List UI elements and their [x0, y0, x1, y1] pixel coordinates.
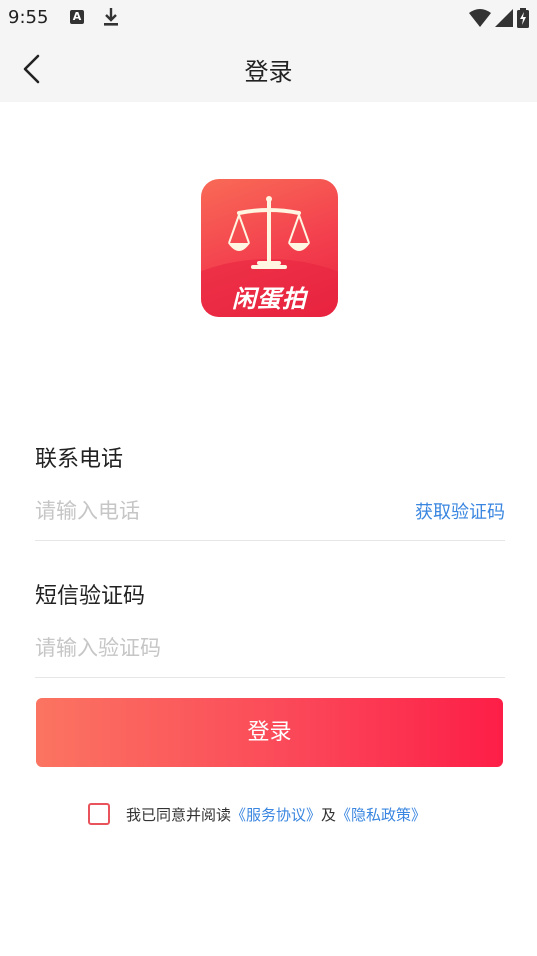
- code-label: 短信验证码: [35, 584, 146, 609]
- code-input[interactable]: [35, 621, 385, 675]
- status-icons: [469, 8, 529, 28]
- agreement-row: 我已同意并阅读 《服务协议》 及 《隐私政策》: [88, 803, 426, 825]
- phone-field: 获取验证码: [35, 484, 505, 541]
- phone-input[interactable]: [35, 484, 385, 538]
- agreement-checkbox[interactable]: [88, 803, 110, 825]
- logo-text: 闲蛋拍: [232, 285, 307, 313]
- service-agreement-link[interactable]: 《服务协议》: [231, 804, 321, 825]
- phone-label: 联系电话: [35, 447, 124, 472]
- login-button[interactable]: 登录: [36, 698, 503, 767]
- a-notification-icon: A: [70, 10, 84, 24]
- status-bar: 9:55 A: [0, 0, 537, 36]
- download-icon: [104, 8, 118, 26]
- wifi-icon: [469, 9, 491, 27]
- privacy-policy-link[interactable]: 《隐私政策》: [336, 804, 426, 825]
- agreement-connector: 及: [321, 805, 337, 824]
- app-logo: 闲蛋拍: [201, 179, 338, 317]
- nav-bar: 登录: [0, 36, 537, 102]
- agreement-prefix: 我已同意并阅读: [126, 805, 232, 824]
- page-title: 登录: [244, 58, 293, 86]
- get-code-button[interactable]: 获取验证码: [415, 498, 505, 524]
- battery-charging-icon: [517, 8, 529, 28]
- status-time: 9:55: [8, 7, 49, 28]
- signal-icon: [495, 9, 513, 27]
- code-field: [35, 621, 505, 678]
